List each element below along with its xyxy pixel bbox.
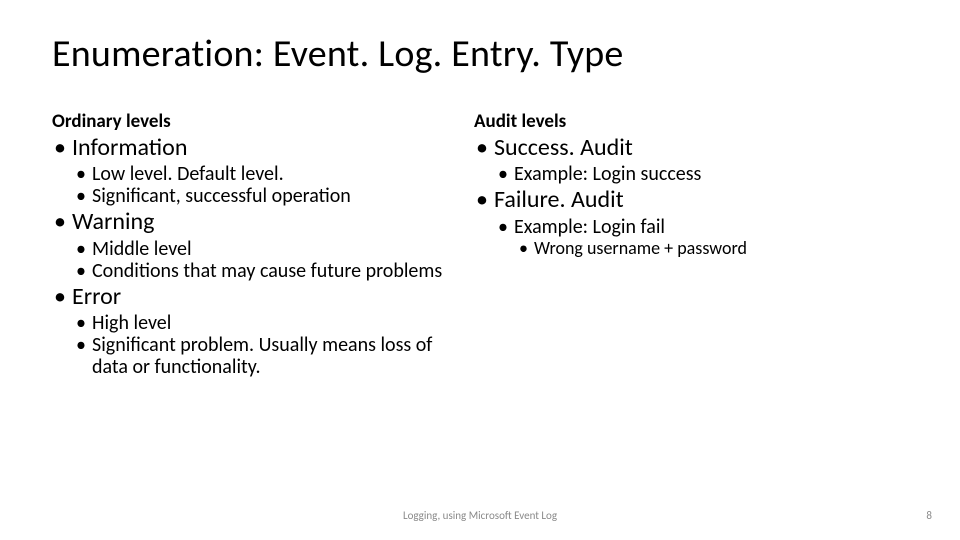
slide-title: Enumeration: Event. Log. Entry. Type bbox=[52, 34, 908, 76]
item-label: Conditions that may cause future problem… bbox=[92, 259, 442, 283]
item-label: Success. Audit bbox=[494, 133, 633, 162]
list-item: Middle level bbox=[72, 238, 468, 260]
list-item: Significant, successful operation bbox=[72, 185, 468, 207]
item-label: Significant, successful operation bbox=[92, 184, 351, 208]
right-list: Success. Audit Example: Login success Fa… bbox=[474, 135, 904, 259]
page-number: 8 bbox=[926, 509, 932, 522]
nested-list: High level Significant problem. Usually … bbox=[72, 312, 468, 378]
list-item: Example: Login success bbox=[494, 163, 904, 185]
nested-list: Example: Login success bbox=[494, 163, 904, 185]
list-item: Low level. Default level. bbox=[72, 163, 468, 185]
item-label: Error bbox=[72, 282, 121, 311]
nested-list: Example: Login fail Wrong username + pas… bbox=[494, 216, 904, 259]
list-item: Wrong username + password bbox=[514, 239, 904, 259]
right-heading: Audit levels bbox=[474, 110, 904, 133]
item-label: Middle level bbox=[92, 237, 192, 261]
list-item: Information Low level. Default level. Si… bbox=[52, 135, 468, 207]
list-item: Example: Login fail Wrong username + pas… bbox=[494, 216, 904, 259]
list-item: Error High level Significant problem. Us… bbox=[52, 284, 468, 378]
item-label: High level bbox=[92, 311, 171, 335]
list-item: Significant problem. Usually means loss … bbox=[72, 334, 468, 378]
left-list: Information Low level. Default level. Si… bbox=[52, 135, 468, 378]
item-label: Example: Login success bbox=[514, 162, 701, 186]
list-item: High level bbox=[72, 312, 468, 334]
slide: Enumeration: Event. Log. Entry. Type Ord… bbox=[0, 0, 960, 540]
content-columns: Ordinary levels Information Low level. D… bbox=[52, 110, 908, 378]
nested-list: Middle level Conditions that may cause f… bbox=[72, 238, 468, 282]
item-label: Wrong username + password bbox=[534, 237, 747, 259]
nested-list: Wrong username + password bbox=[514, 239, 904, 259]
footer-text: Logging, using Microsoft Event Log bbox=[0, 509, 960, 522]
right-column: Audit levels Success. Audit Example: Log… bbox=[474, 110, 904, 259]
nested-list: Low level. Default level. Significant, s… bbox=[72, 163, 468, 207]
list-item: Conditions that may cause future problem… bbox=[72, 260, 468, 282]
item-label: Information bbox=[72, 133, 187, 162]
item-label: Warning bbox=[72, 207, 154, 236]
item-label: Example: Login fail bbox=[514, 215, 665, 239]
left-heading: Ordinary levels bbox=[52, 110, 468, 133]
list-item: Failure. Audit Example: Login fail Wrong… bbox=[474, 187, 904, 258]
left-column: Ordinary levels Information Low level. D… bbox=[52, 110, 468, 378]
list-item: Success. Audit Example: Login success bbox=[474, 135, 904, 185]
list-item: Warning Middle level Conditions that may… bbox=[52, 209, 468, 281]
item-label: Significant problem. Usually means loss … bbox=[92, 333, 432, 379]
item-label: Failure. Audit bbox=[494, 185, 624, 214]
item-label: Low level. Default level. bbox=[92, 162, 284, 186]
